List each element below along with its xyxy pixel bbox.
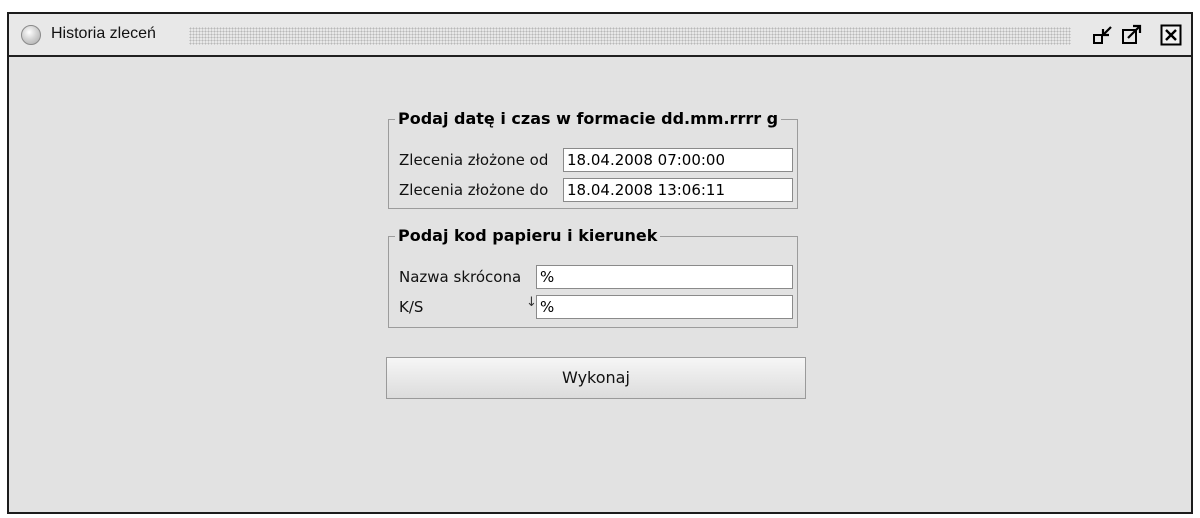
maximize-icon[interactable]	[1120, 23, 1144, 47]
side-label: K/S	[399, 298, 424, 316]
to-datetime-field[interactable]: 18.04.2008 13:06:11	[563, 178, 793, 202]
to-label: Zlecenia złożone do	[399, 181, 549, 199]
window-orb-icon[interactable]	[21, 25, 41, 45]
close-icon[interactable]	[1159, 23, 1183, 47]
datetime-group-title: Podaj datę i czas w formacie dd.mm.rrrr …	[395, 109, 782, 128]
short-name-field[interactable]: %	[536, 265, 793, 289]
short-name-label: Nazwa skrócona	[399, 268, 522, 286]
minimize-icon[interactable]	[1091, 23, 1115, 47]
execute-button[interactable]: Wykonaj	[386, 357, 806, 399]
security-group-title: Podaj kod papieru i kierunek	[395, 226, 661, 245]
from-label: Zlecenia złożone od	[399, 151, 549, 169]
title-grip	[189, 27, 1071, 45]
from-datetime-field[interactable]: 18.04.2008 07:00:00	[563, 148, 793, 172]
datetime-group: Podaj datę i czas w formacie dd.mm.rrrr …	[388, 109, 798, 209]
title-bar[interactable]: Historia zleceń	[9, 14, 1191, 57]
security-group: Podaj kod papieru i kierunek Nazwa skróc…	[388, 226, 798, 328]
datetime-group-header: Podaj datę i czas w formacie dd.mm.rrrr …	[389, 106, 799, 132]
side-field[interactable]: %	[536, 295, 793, 319]
window-title: Historia zleceń	[51, 25, 156, 42]
